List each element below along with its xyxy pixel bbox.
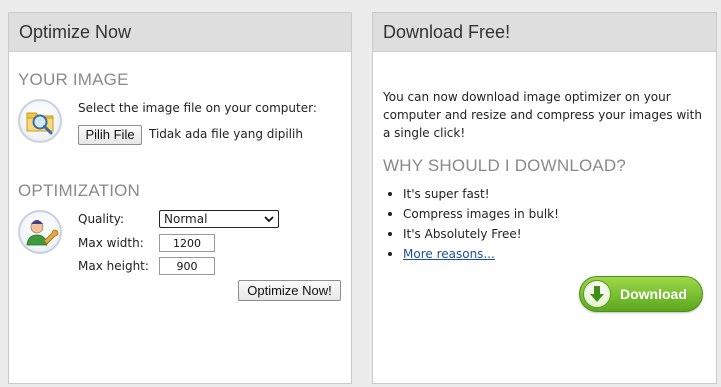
no-file-selected-text: Tidak ada file yang dipilih bbox=[149, 127, 303, 141]
download-description: You can now download image optimizer on … bbox=[383, 90, 702, 140]
list-item: Compress images in bulk! bbox=[383, 204, 559, 224]
reason-text: Compress images in bulk! bbox=[403, 207, 559, 221]
user-wrench-icon bbox=[18, 210, 62, 254]
download-arrow-icon bbox=[583, 280, 611, 308]
list-item: It's Absolutely Free! bbox=[383, 224, 559, 244]
quality-select[interactable]: Normal bbox=[159, 210, 279, 228]
why-download-heading: WHY SHOULD I DOWNLOAD? bbox=[383, 156, 627, 175]
optimization-heading: OPTIMIZATION bbox=[18, 181, 141, 200]
download-panel-title: Download Free! bbox=[373, 13, 716, 52]
download-button-label: Download bbox=[620, 286, 687, 302]
choose-file-button[interactable]: Pilih File bbox=[78, 125, 142, 145]
max-width-input[interactable] bbox=[159, 234, 215, 252]
quality-label: Quality: bbox=[78, 212, 125, 226]
folder-magnifier-icon bbox=[18, 99, 62, 143]
list-item: It's super fast! bbox=[383, 184, 559, 204]
chevron-down-icon bbox=[264, 216, 274, 223]
list-item: More reasons... bbox=[383, 244, 559, 264]
optimize-panel-title: Optimize Now bbox=[9, 13, 351, 52]
max-height-input[interactable] bbox=[159, 257, 215, 275]
download-button[interactable]: Download bbox=[579, 276, 703, 312]
optimize-now-button[interactable]: Optimize Now! bbox=[238, 280, 341, 301]
max-height-label: Max height: bbox=[78, 259, 149, 273]
more-reasons-link[interactable]: More reasons... bbox=[403, 247, 495, 261]
select-file-prompt: Select the image file on your computer: bbox=[78, 101, 317, 115]
quality-select-value: Normal bbox=[164, 212, 208, 226]
reasons-list: It's super fast! Compress images in bulk… bbox=[383, 184, 559, 264]
your-image-heading: YOUR IMAGE bbox=[18, 70, 129, 89]
reason-text: It's Absolutely Free! bbox=[403, 227, 522, 241]
optimize-panel: Optimize Now YOUR IMAGE Select the image… bbox=[8, 12, 352, 384]
max-width-label: Max width: bbox=[78, 236, 144, 250]
download-panel: Download Free! You can now download imag… bbox=[372, 12, 717, 384]
reason-text: It's super fast! bbox=[403, 187, 490, 201]
